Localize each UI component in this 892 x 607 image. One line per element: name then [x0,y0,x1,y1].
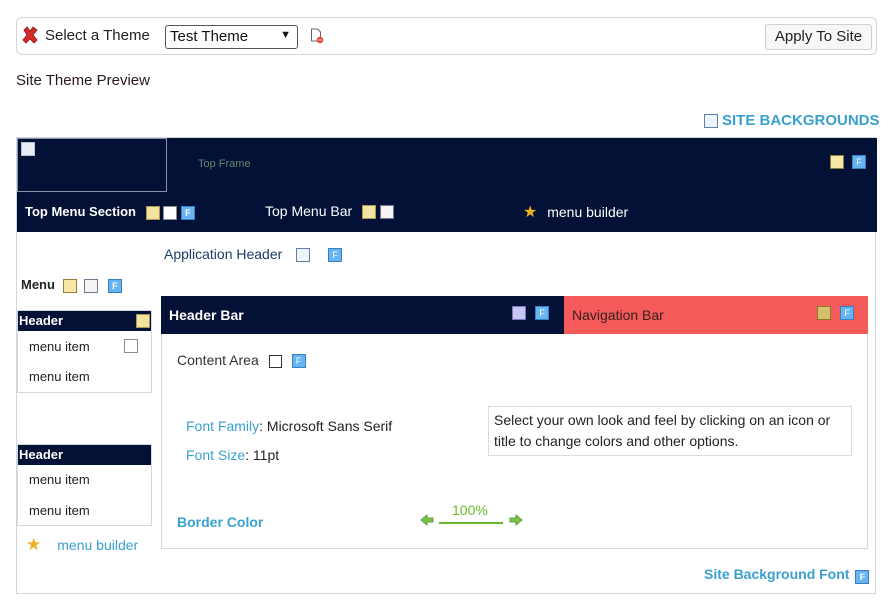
font-icon[interactable]: F [855,570,870,584]
left-menu-header[interactable]: Header [18,311,151,331]
delete-document-icon[interactable] [310,28,324,44]
left-menu-block: Header menu item menu item [17,310,152,393]
font-icon[interactable]: F [535,306,549,320]
left-menu-block: Header menu item menu item [17,444,152,526]
top-menu-section-label: Top Menu Section [25,204,136,219]
font-icon[interactable]: F [852,155,866,169]
window-icon[interactable] [379,205,394,220]
site-backgrounds-label: SITE BACKGROUNDS [722,112,880,129]
font-icon[interactable]: F [291,354,306,369]
image-icon[interactable] [830,155,844,169]
application-header[interactable]: Application Header F [164,246,343,263]
calendar-grid-icon [704,114,718,129]
color-swatch-icon[interactable] [145,205,160,220]
arrow-right-icon[interactable] [509,514,523,526]
font-family-setting[interactable]: Font Family: Microsoft Sans Serif [186,418,392,434]
top-frame[interactable]: Top Frame F Top Menu Section F Top Menu … [17,138,877,232]
document-icon[interactable] [124,339,138,353]
arrow-left-icon[interactable] [420,514,434,526]
menu-builder-label: menu builder [547,204,629,220]
content-area[interactable]: Content Area F Font Family: Microsoft Sa… [161,334,868,549]
font-size-value: : 11pt [245,447,280,463]
header-bar[interactable]: Header Bar F [161,296,564,334]
top-menu-bar[interactable]: Top Menu Bar [265,203,394,220]
font-size-key: Font Size [186,447,246,463]
zoom-percent: 100% [452,502,488,518]
logo-placeholder[interactable] [17,138,167,192]
menu-item[interactable]: menu item [29,369,90,384]
select-theme-label: Select a Theme [45,27,150,44]
header-bar-label: Header Bar [169,307,244,323]
color-swatch-icon[interactable] [817,306,831,320]
star-icon: ★ [523,204,538,221]
chevron-down-icon: ▼ [280,29,291,41]
left-menu-header-label: Header [19,313,64,328]
content-area-title: Content Area F [177,352,306,369]
font-icon[interactable]: F [107,278,122,293]
star-icon: ★ [26,535,42,554]
font-icon[interactable]: F [328,248,343,263]
document-icon[interactable] [163,205,178,220]
calendar-grid-icon[interactable] [296,248,311,263]
left-menu-header[interactable]: Header [18,445,151,465]
color-swatch-icon[interactable] [362,205,377,220]
site-backgrounds-link[interactable]: SITE BACKGROUNDS [704,112,880,129]
font-icon[interactable]: F [180,205,195,220]
apply-to-site-button[interactable]: Apply To Site [765,24,872,50]
menu-label: Menu [21,277,55,292]
menu-item[interactable]: menu item [29,503,90,518]
theme-select[interactable]: Test Theme ▼ [165,25,298,49]
menu-section[interactable]: Menu F [21,277,122,293]
font-size-setting[interactable]: Font Size: 11pt [186,447,279,463]
site-background-font[interactable]: Site Background Font F [704,566,870,584]
broken-image-icon [21,142,35,156]
menu-item[interactable]: menu item [29,472,90,487]
menu-builder-bottom[interactable]: ★ menu builder [26,535,138,555]
theme-toolbar: Select a Theme Test Theme ▼ Apply To Sit… [16,17,877,55]
color-swatch-icon[interactable] [512,306,526,320]
font-family-value: : Microsoft Sans Serif [259,418,393,434]
application-header-label: Application Header [164,246,283,262]
menu-item[interactable]: menu item [29,339,90,354]
close-icon[interactable] [21,26,39,44]
top-frame-label: Top Frame [198,158,251,170]
window-icon[interactable] [84,278,99,293]
content-area-label: Content Area [177,352,259,368]
image-icon[interactable] [62,278,77,293]
top-menu-bar-label: Top Menu Bar [265,203,353,219]
instructions-note: Select your own look and feel by clickin… [488,406,852,456]
navigation-bar-label: Navigation Bar [572,307,664,323]
navigation-bar[interactable]: Navigation Bar F [564,296,868,334]
font-icon[interactable]: F [840,306,854,320]
menu-builder-label: menu builder [57,537,139,553]
border-color-link[interactable]: Border Color [177,514,263,530]
site-background-font-label: Site Background Font [704,566,850,582]
zoom-line [439,522,503,524]
font-family-key: Font Family [186,418,260,434]
theme-select-value: Test Theme [170,28,249,45]
theme-preview-frame: Top Frame F Top Menu Section F Top Menu … [16,137,877,594]
color-swatch-icon[interactable] [268,354,282,368]
preview-title: Site Theme Preview [16,72,150,89]
menu-builder-top[interactable]: ★ menu builder [523,202,628,222]
top-menu-section[interactable]: Top Menu Section F [25,204,195,220]
color-swatch-icon[interactable] [136,314,150,328]
